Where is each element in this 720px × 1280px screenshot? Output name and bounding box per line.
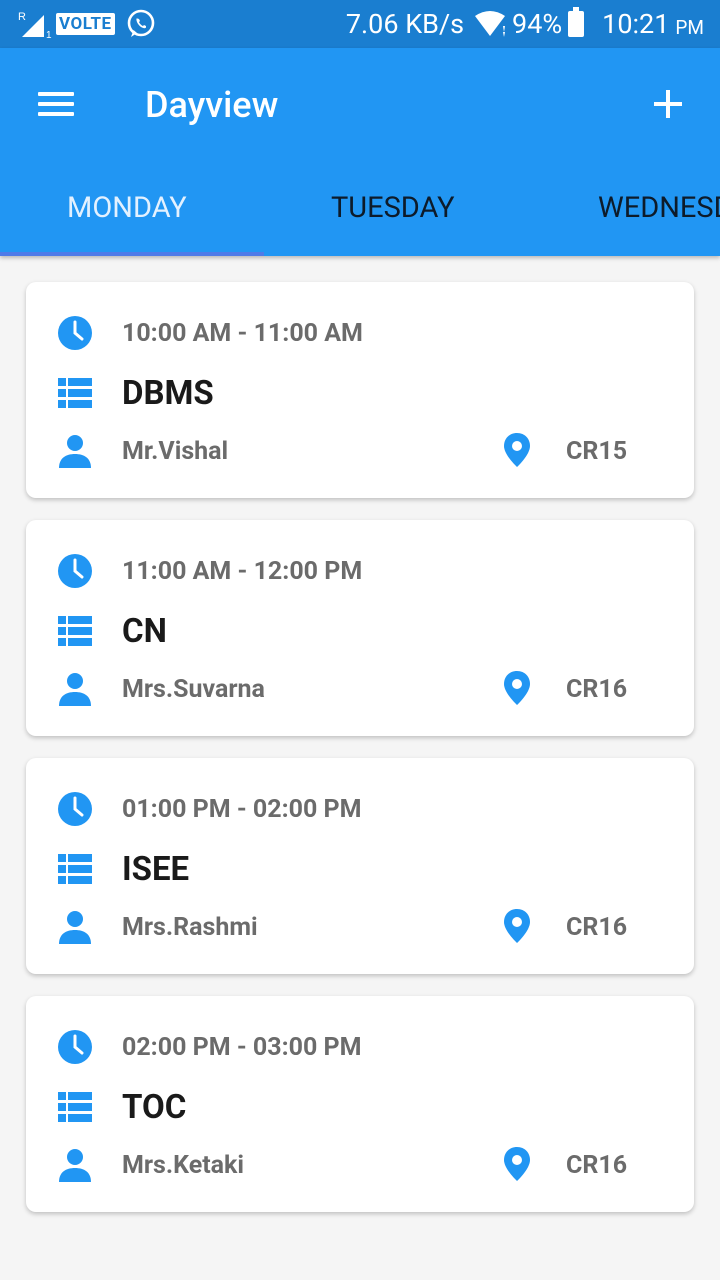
subject-icon <box>58 616 92 646</box>
svg-text:R: R <box>18 11 26 23</box>
location-pin-icon <box>504 671 530 705</box>
class-time: 11:00 AM - 12:00 PM <box>122 557 363 586</box>
battery-icon <box>568 7 585 37</box>
subject-icon <box>58 1092 92 1122</box>
battery-percent: 94% <box>512 8 563 40</box>
location-pin-icon <box>504 909 530 943</box>
tab-wednesday[interactable]: WEDNESDAY <box>598 160 720 256</box>
page-title: Dayview <box>145 84 279 126</box>
location-pin-icon <box>504 433 530 467</box>
person-icon <box>59 911 91 944</box>
class-time: 01:00 PM - 02:00 PM <box>122 795 362 824</box>
menu-icon[interactable] <box>32 80 80 128</box>
status-bar: R 1 VOLTE 7.06 KB/s 94% 10:21 PM <box>0 0 720 48</box>
tab-monday[interactable]: MONDAY <box>67 160 187 256</box>
class-teacher: Mr.Vishal <box>122 437 229 466</box>
app-bar: Dayview MONDAY TUESDAY WEDNESDAY <box>0 48 720 256</box>
person-icon <box>59 1149 91 1182</box>
class-room: CR16 <box>566 1151 628 1180</box>
svg-text:1: 1 <box>46 30 52 39</box>
person-icon <box>59 435 91 468</box>
clock-time: 10:21 <box>602 8 670 40</box>
volte-badge: VOLTE <box>56 13 115 35</box>
class-subject: ISEE <box>122 850 190 889</box>
location-pin-icon <box>504 1147 530 1181</box>
clock-icon <box>58 316 92 350</box>
class-teacher: Mrs.Rashmi <box>122 913 258 942</box>
clock-icon <box>58 792 92 826</box>
schedule-card[interactable]: 10:00 AM - 11:00 AM DBMS Mr.Vishal CR15 <box>26 282 694 498</box>
network-speed: 7.06 KB/s <box>345 8 465 40</box>
class-time: 02:00 PM - 03:00 PM <box>122 1033 362 1062</box>
wifi-icon <box>475 11 506 37</box>
subject-icon <box>58 854 92 884</box>
schedule-card[interactable]: 01:00 PM - 02:00 PM ISEE Mrs.Rashmi CR16 <box>26 758 694 974</box>
schedule-list: 10:00 AM - 11:00 AM DBMS Mr.Vishal CR15 … <box>26 282 694 1234</box>
class-subject: CN <box>122 612 167 651</box>
clock-icon <box>58 1030 92 1064</box>
whatsapp-icon <box>127 9 154 37</box>
person-icon <box>59 673 91 706</box>
schedule-card[interactable]: 11:00 AM - 12:00 PM CN Mrs.Suvarna CR16 <box>26 520 694 736</box>
tab-tuesday[interactable]: TUESDAY <box>331 160 455 256</box>
class-subject: TOC <box>122 1088 187 1127</box>
day-tabs: MONDAY TUESDAY WEDNESDAY <box>0 160 720 256</box>
signal-icon: R 1 <box>18 11 52 39</box>
tab-indicator <box>0 252 264 256</box>
schedule-card[interactable]: 02:00 PM - 03:00 PM TOC Mrs.Ketaki CR16 <box>26 996 694 1212</box>
class-room: CR16 <box>566 913 628 942</box>
class-time: 10:00 AM - 11:00 AM <box>122 319 363 348</box>
class-room: CR16 <box>566 675 628 704</box>
class-teacher: Mrs.Suvarna <box>122 675 265 704</box>
class-room: CR15 <box>566 437 628 466</box>
add-icon[interactable] <box>644 80 692 128</box>
clock-icon <box>58 554 92 588</box>
clock-ampm: PM <box>675 15 704 39</box>
subject-icon <box>58 378 92 408</box>
class-teacher: Mrs.Ketaki <box>122 1151 245 1180</box>
class-subject: DBMS <box>122 374 214 413</box>
